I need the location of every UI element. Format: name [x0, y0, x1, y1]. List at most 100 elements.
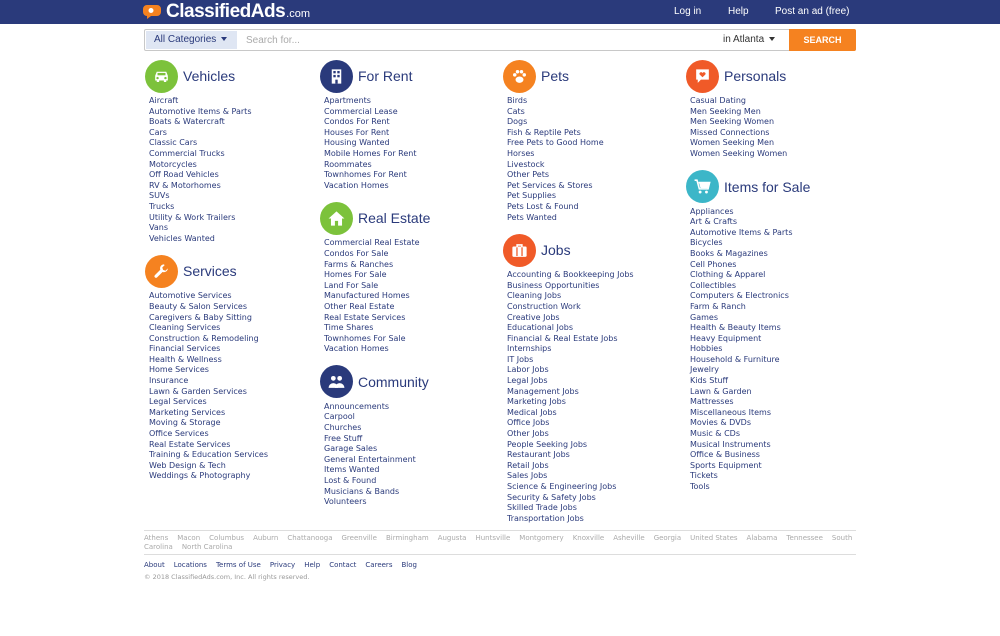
subcategory-link[interactable]: Other Pets [507, 170, 677, 181]
subcategory-link[interactable]: Mattresses [690, 397, 860, 408]
subcategory-link[interactable]: Cars [149, 128, 319, 139]
subcategory-link[interactable]: Beauty & Salon Services [149, 302, 319, 313]
subcategory-link[interactable]: Classic Cars [149, 138, 319, 149]
subcategory-link[interactable]: Pets Wanted [507, 213, 677, 224]
subcategory-link[interactable]: Computers & Electronics [690, 291, 860, 302]
subcategory-link[interactable]: Dogs [507, 117, 677, 128]
subcategory-link[interactable]: Pets Lost & Found [507, 202, 677, 213]
footer-link[interactable]: Blog [401, 561, 416, 569]
city-link[interactable]: Alabama [747, 534, 778, 542]
city-link[interactable]: Auburn [253, 534, 278, 542]
section-title[interactable]: Community [358, 374, 429, 390]
subcategory-link[interactable]: Churches [324, 423, 494, 434]
subcategory-link[interactable]: Books & Magazines [690, 249, 860, 260]
subcategory-link[interactable]: Men Seeking Men [690, 107, 860, 118]
subcategory-link[interactable]: Off Road Vehicles [149, 170, 319, 181]
subcategory-link[interactable]: Birds [507, 96, 677, 107]
subcategory-link[interactable]: Cats [507, 107, 677, 118]
subcategory-link[interactable]: Moving & Storage [149, 418, 319, 429]
city-link[interactable]: United States [690, 534, 737, 542]
subcategory-link[interactable]: Financial & Real Estate Jobs [507, 334, 677, 345]
subcategory-link[interactable]: Horses [507, 149, 677, 160]
subcategory-link[interactable]: Trucks [149, 202, 319, 213]
subcategory-link[interactable]: Creative Jobs [507, 313, 677, 324]
subcategory-link[interactable]: Vacation Homes [324, 344, 494, 355]
footer-link[interactable]: Help [304, 561, 320, 569]
subcategory-link[interactable]: Cleaning Jobs [507, 291, 677, 302]
subcategory-link[interactable]: Real Estate Services [324, 313, 494, 324]
subcategory-link[interactable]: Manufactured Homes [324, 291, 494, 302]
subcategory-link[interactable]: Livestock [507, 160, 677, 171]
subcategory-link[interactable]: Vehicles Wanted [149, 234, 319, 245]
subcategory-link[interactable]: Land For Sale [324, 281, 494, 292]
subcategory-link[interactable]: Vans [149, 223, 319, 234]
search-input[interactable] [240, 31, 700, 49]
subcategory-link[interactable]: Homes For Sale [324, 270, 494, 281]
subcategory-link[interactable]: Announcements [324, 402, 494, 413]
subcategory-link[interactable]: Legal Jobs [507, 376, 677, 387]
subcategory-link[interactable]: Home Services [149, 365, 319, 376]
subcategory-link[interactable]: Sales Jobs [507, 471, 677, 482]
footer-link[interactable]: Contact [329, 561, 356, 569]
subcategory-link[interactable]: Marketing Jobs [507, 397, 677, 408]
city-link[interactable]: Birmingham [386, 534, 429, 542]
subcategory-link[interactable]: Roommates [324, 160, 494, 171]
section-title[interactable]: Personals [724, 68, 786, 84]
subcategory-link[interactable]: Skilled Trade Jobs [507, 503, 677, 514]
subcategory-link[interactable]: Medical Jobs [507, 408, 677, 419]
location-dropdown[interactable]: in Atlanta [723, 31, 776, 49]
footer-link[interactable]: Locations [174, 561, 207, 569]
subcategory-link[interactable]: Collectibles [690, 281, 860, 292]
section-header[interactable]: Real Estate [320, 201, 494, 235]
subcategory-link[interactable]: Heavy Equipment [690, 334, 860, 345]
subcategory-link[interactable]: Labor Jobs [507, 365, 677, 376]
subcategory-link[interactable]: SUVs [149, 191, 319, 202]
subcategory-link[interactable]: Internships [507, 344, 677, 355]
subcategory-link[interactable]: Houses For Rent [324, 128, 494, 139]
subcategory-link[interactable]: Women Seeking Women [690, 149, 860, 160]
subcategory-link[interactable]: Carpool [324, 412, 494, 423]
subcategory-link[interactable]: Insurance [149, 376, 319, 387]
subcategory-link[interactable]: Caregivers & Baby Sitting [149, 313, 319, 324]
subcategory-link[interactable]: Cell Phones [690, 260, 860, 271]
subcategory-link[interactable]: Townhomes For Rent [324, 170, 494, 181]
subcategory-link[interactable]: Music & CDs [690, 429, 860, 440]
subcategory-link[interactable]: Pet Services & Stores [507, 181, 677, 192]
footer-link[interactable]: About [144, 561, 165, 569]
city-link[interactable]: Knoxville [573, 534, 605, 542]
subcategory-link[interactable]: Office Services [149, 429, 319, 440]
section-title[interactable]: For Rent [358, 68, 412, 84]
section-header[interactable]: Vehicles [145, 59, 319, 93]
subcategory-link[interactable]: Garage Sales [324, 444, 494, 455]
subcategory-link[interactable]: Commercial Lease [324, 107, 494, 118]
subcategory-link[interactable]: Casual Dating [690, 96, 860, 107]
subcategory-link[interactable]: Construction & Remodeling [149, 334, 319, 345]
subcategory-link[interactable]: Apartments [324, 96, 494, 107]
subcategory-link[interactable]: RV & Motorhomes [149, 181, 319, 192]
section-header[interactable]: Jobs [503, 233, 677, 267]
subcategory-link[interactable]: Commercial Trucks [149, 149, 319, 160]
subcategory-link[interactable]: Automotive Services [149, 291, 319, 302]
subcategory-link[interactable]: Free Pets to Good Home [507, 138, 677, 149]
subcategory-link[interactable]: Games [690, 313, 860, 324]
city-link[interactable]: Columbus [209, 534, 244, 542]
subcategory-link[interactable]: Miscellaneous Items [690, 408, 860, 419]
subcategory-link[interactable]: Weddings & Photography [149, 471, 319, 482]
subcategory-link[interactable]: Motorcycles [149, 160, 319, 171]
subcategory-link[interactable]: Other Jobs [507, 429, 677, 440]
city-link[interactable]: Huntsville [475, 534, 510, 542]
city-link[interactable]: Tennessee [786, 534, 822, 542]
subcategory-link[interactable]: Financial Services [149, 344, 319, 355]
subcategory-link[interactable]: Vacation Homes [324, 181, 494, 192]
subcategory-link[interactable]: Accounting & Bookkeeping Jobs [507, 270, 677, 281]
subcategory-link[interactable]: General Entertainment [324, 455, 494, 466]
subcategory-link[interactable]: Training & Education Services [149, 450, 319, 461]
city-link[interactable]: Athens [144, 534, 168, 542]
city-link[interactable]: Augusta [438, 534, 467, 542]
subcategory-link[interactable]: Appliances [690, 207, 860, 218]
city-link[interactable]: Chattanooga [287, 534, 332, 542]
subcategory-link[interactable]: Pet Supplies [507, 191, 677, 202]
subcategory-link[interactable]: Aircraft [149, 96, 319, 107]
subcategory-link[interactable]: Bicycles [690, 238, 860, 249]
subcategory-link[interactable]: Volunteers [324, 497, 494, 508]
